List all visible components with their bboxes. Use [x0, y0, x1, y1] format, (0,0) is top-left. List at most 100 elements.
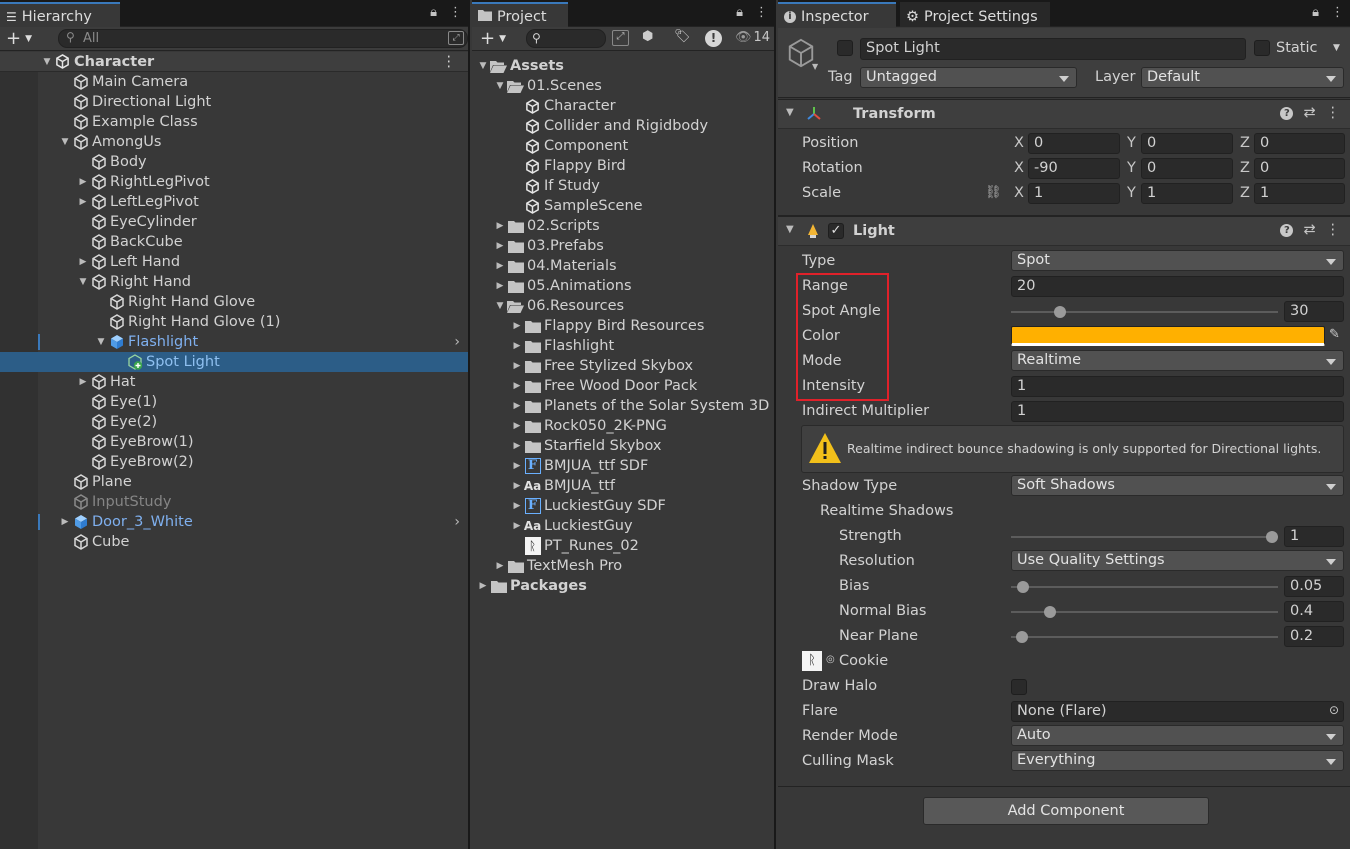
foldout-arrow-icon[interactable]: ▼: [786, 107, 794, 118]
scale-y-input[interactable]: 1: [1141, 183, 1233, 204]
search-by-type-icon[interactable]: ⤢: [448, 31, 464, 45]
collapse-arrow-icon[interactable]: ▶: [510, 501, 524, 511]
static-checkbox[interactable]: [1254, 40, 1270, 56]
tag-dropdown[interactable]: Untagged: [860, 67, 1077, 88]
collapse-arrow-icon[interactable]: ▶: [476, 581, 490, 591]
position-y-input[interactable]: 0: [1141, 133, 1233, 154]
project-item[interactable]: ▶ Aa LuckiestGuy: [472, 516, 774, 536]
near-plane-slider-track[interactable]: [1011, 631, 1278, 643]
scale-z-input[interactable]: 1: [1254, 183, 1345, 204]
strength-input[interactable]: 1: [1284, 526, 1344, 547]
near-plane-slider-handle[interactable]: [1016, 631, 1029, 643]
open-prefab-chevron-icon[interactable]: ›: [454, 334, 460, 350]
hierarchy-item[interactable]: EyeCylinder: [0, 212, 468, 232]
hierarchy-item[interactable]: Eye(2): [0, 412, 468, 432]
project-item[interactable]: Character: [472, 96, 774, 116]
mode-dropdown[interactable]: Realtime: [1011, 350, 1344, 371]
collapse-arrow-icon[interactable]: ▶: [510, 361, 524, 371]
project-item[interactable]: ▶ Aa BMJUA_ttf: [472, 476, 774, 496]
position-x-input[interactable]: 0: [1028, 133, 1120, 154]
add-component-button[interactable]: Add Component: [923, 797, 1209, 825]
scene-menu-icon[interactable]: ⋮: [442, 54, 457, 70]
scale-y-axis-label[interactable]: Y: [1127, 185, 1136, 201]
expand-arrow-icon[interactable]: ▼: [76, 277, 90, 287]
scene-header-row[interactable]: ▼ Character ⋮: [0, 52, 468, 72]
hierarchy-item[interactable]: Body: [0, 152, 468, 172]
collapse-arrow-icon[interactable]: ▶: [510, 381, 524, 391]
expand-arrow-icon[interactable]: ▼: [40, 57, 54, 67]
lock-icon[interactable]: 🔒︎: [1312, 5, 1319, 20]
hierarchy-item[interactable]: ▼ AmongUs: [0, 132, 468, 152]
shadow-type-dropdown[interactable]: Soft Shadows: [1011, 475, 1344, 496]
collapse-arrow-icon[interactable]: ▶: [493, 261, 507, 271]
project-item[interactable]: ▶ 02.Scripts: [472, 216, 774, 236]
icon-dropdown-arrow[interactable]: ▼: [812, 62, 818, 71]
transform-header[interactable]: ▼ Transform ? ⇄ ⋮: [778, 99, 1350, 129]
project-item[interactable]: ▶ Packages: [472, 576, 774, 596]
more-menu-icon[interactable]: ⋮: [1331, 5, 1344, 20]
project-item[interactable]: Component: [472, 136, 774, 156]
collapse-arrow-icon[interactable]: ▶: [510, 321, 524, 331]
hierarchy-item[interactable]: Eye(1): [0, 392, 468, 412]
rotation-y-axis-label[interactable]: Y: [1127, 160, 1136, 176]
filter-by-label-icon[interactable]: 🏷︎: [674, 29, 691, 44]
position-x-axis-label[interactable]: X: [1014, 135, 1024, 151]
collapse-arrow-icon[interactable]: ▶: [76, 177, 90, 187]
hierarchy-item[interactable]: ▶ LeftLegPivot: [0, 192, 468, 212]
create-dropdown-button[interactable]: + ▼: [6, 28, 32, 49]
project-search-input[interactable]: ⚲: [526, 29, 606, 48]
hidden-packages-icon[interactable]: 👁︎ 14: [735, 30, 770, 45]
bias-input[interactable]: 0.05: [1284, 576, 1344, 597]
bias-slider-handle[interactable]: [1017, 581, 1030, 593]
hierarchy-item[interactable]: Cube: [0, 532, 468, 552]
position-y-axis-label[interactable]: Y: [1127, 135, 1136, 151]
expand-arrow-icon[interactable]: ▼: [94, 337, 108, 347]
position-z-axis-label[interactable]: Z: [1240, 135, 1250, 151]
hierarchy-item[interactable]: ▼ Right Hand: [0, 272, 468, 292]
lock-icon[interactable]: 🔒︎: [736, 5, 743, 20]
foldout-arrow-icon[interactable]: ▼: [786, 224, 794, 235]
hierarchy-search-input[interactable]: ⚲ All ⤢: [58, 29, 468, 48]
tab-project-settings[interactable]: ⚙ Project Settings: [900, 2, 1050, 27]
create-dropdown-button[interactable]: + ▼: [480, 28, 506, 49]
tab-project[interactable]: Project: [472, 2, 568, 27]
light-enabled-checkbox[interactable]: ✓: [828, 223, 844, 239]
help-icon[interactable]: ?: [1280, 107, 1294, 120]
lock-icon[interactable]: 🔒︎: [430, 5, 437, 20]
collapse-arrow-icon[interactable]: ▶: [58, 517, 72, 527]
indirect-multiplier-input[interactable]: 1: [1011, 401, 1344, 422]
project-item[interactable]: ▶ F BMJUA_ttf SDF: [472, 456, 774, 476]
expand-arrow-icon[interactable]: ▼: [58, 137, 72, 147]
project-item[interactable]: SampleScene: [472, 196, 774, 216]
hierarchy-item[interactable]: ▶ Hat: [0, 372, 468, 392]
flare-object-field[interactable]: None (Flare) ⊙: [1011, 701, 1344, 722]
rotation-z-axis-label[interactable]: Z: [1240, 160, 1250, 176]
hierarchy-item[interactable]: ▼ Flashlight ›: [0, 332, 468, 352]
collapse-arrow-icon[interactable]: ▶: [510, 461, 524, 471]
search-by-type-icon[interactable]: ⤢: [612, 30, 629, 46]
project-item[interactable]: ▶ Free Stylized Skybox: [472, 356, 774, 376]
static-dropdown-arrow[interactable]: ▼: [1333, 43, 1340, 53]
project-item[interactable]: ▶ Flappy Bird Resources: [472, 316, 774, 336]
collapse-arrow-icon[interactable]: ▶: [76, 257, 90, 267]
hierarchy-item[interactable]: Example Class: [0, 112, 468, 132]
culling-mask-dropdown[interactable]: Everything: [1011, 750, 1344, 771]
rotation-z-input[interactable]: 0: [1254, 158, 1345, 179]
hierarchy-item[interactable]: Right Hand Glove (1): [0, 312, 468, 332]
active-checkbox[interactable]: [837, 40, 853, 56]
collapse-arrow-icon[interactable]: ▶: [510, 421, 524, 431]
strength-slider-track[interactable]: [1011, 531, 1278, 543]
component-menu-icon[interactable]: ⋮: [1326, 105, 1341, 121]
cookie-texture-thumbnail[interactable]: ᚱ: [802, 651, 822, 671]
project-item[interactable]: ▶ Free Wood Door Pack: [472, 376, 774, 396]
light-header[interactable]: ▼ ✓ Light ? ⇄ ⋮: [778, 216, 1350, 246]
project-item[interactable]: ▶ F LuckiestGuy SDF: [472, 496, 774, 516]
bias-slider-track[interactable]: [1011, 581, 1278, 593]
collapse-arrow-icon[interactable]: ▶: [76, 197, 90, 207]
spot-angle-input[interactable]: 30: [1284, 301, 1344, 322]
intensity-input[interactable]: 1: [1011, 376, 1344, 397]
spot-angle-slider-handle[interactable]: [1054, 306, 1067, 318]
hierarchy-item[interactable]: ▶ Door_3_White ›: [0, 512, 468, 532]
presets-icon[interactable]: ⇄: [1303, 222, 1315, 238]
draw-halo-checkbox[interactable]: [1011, 679, 1027, 695]
